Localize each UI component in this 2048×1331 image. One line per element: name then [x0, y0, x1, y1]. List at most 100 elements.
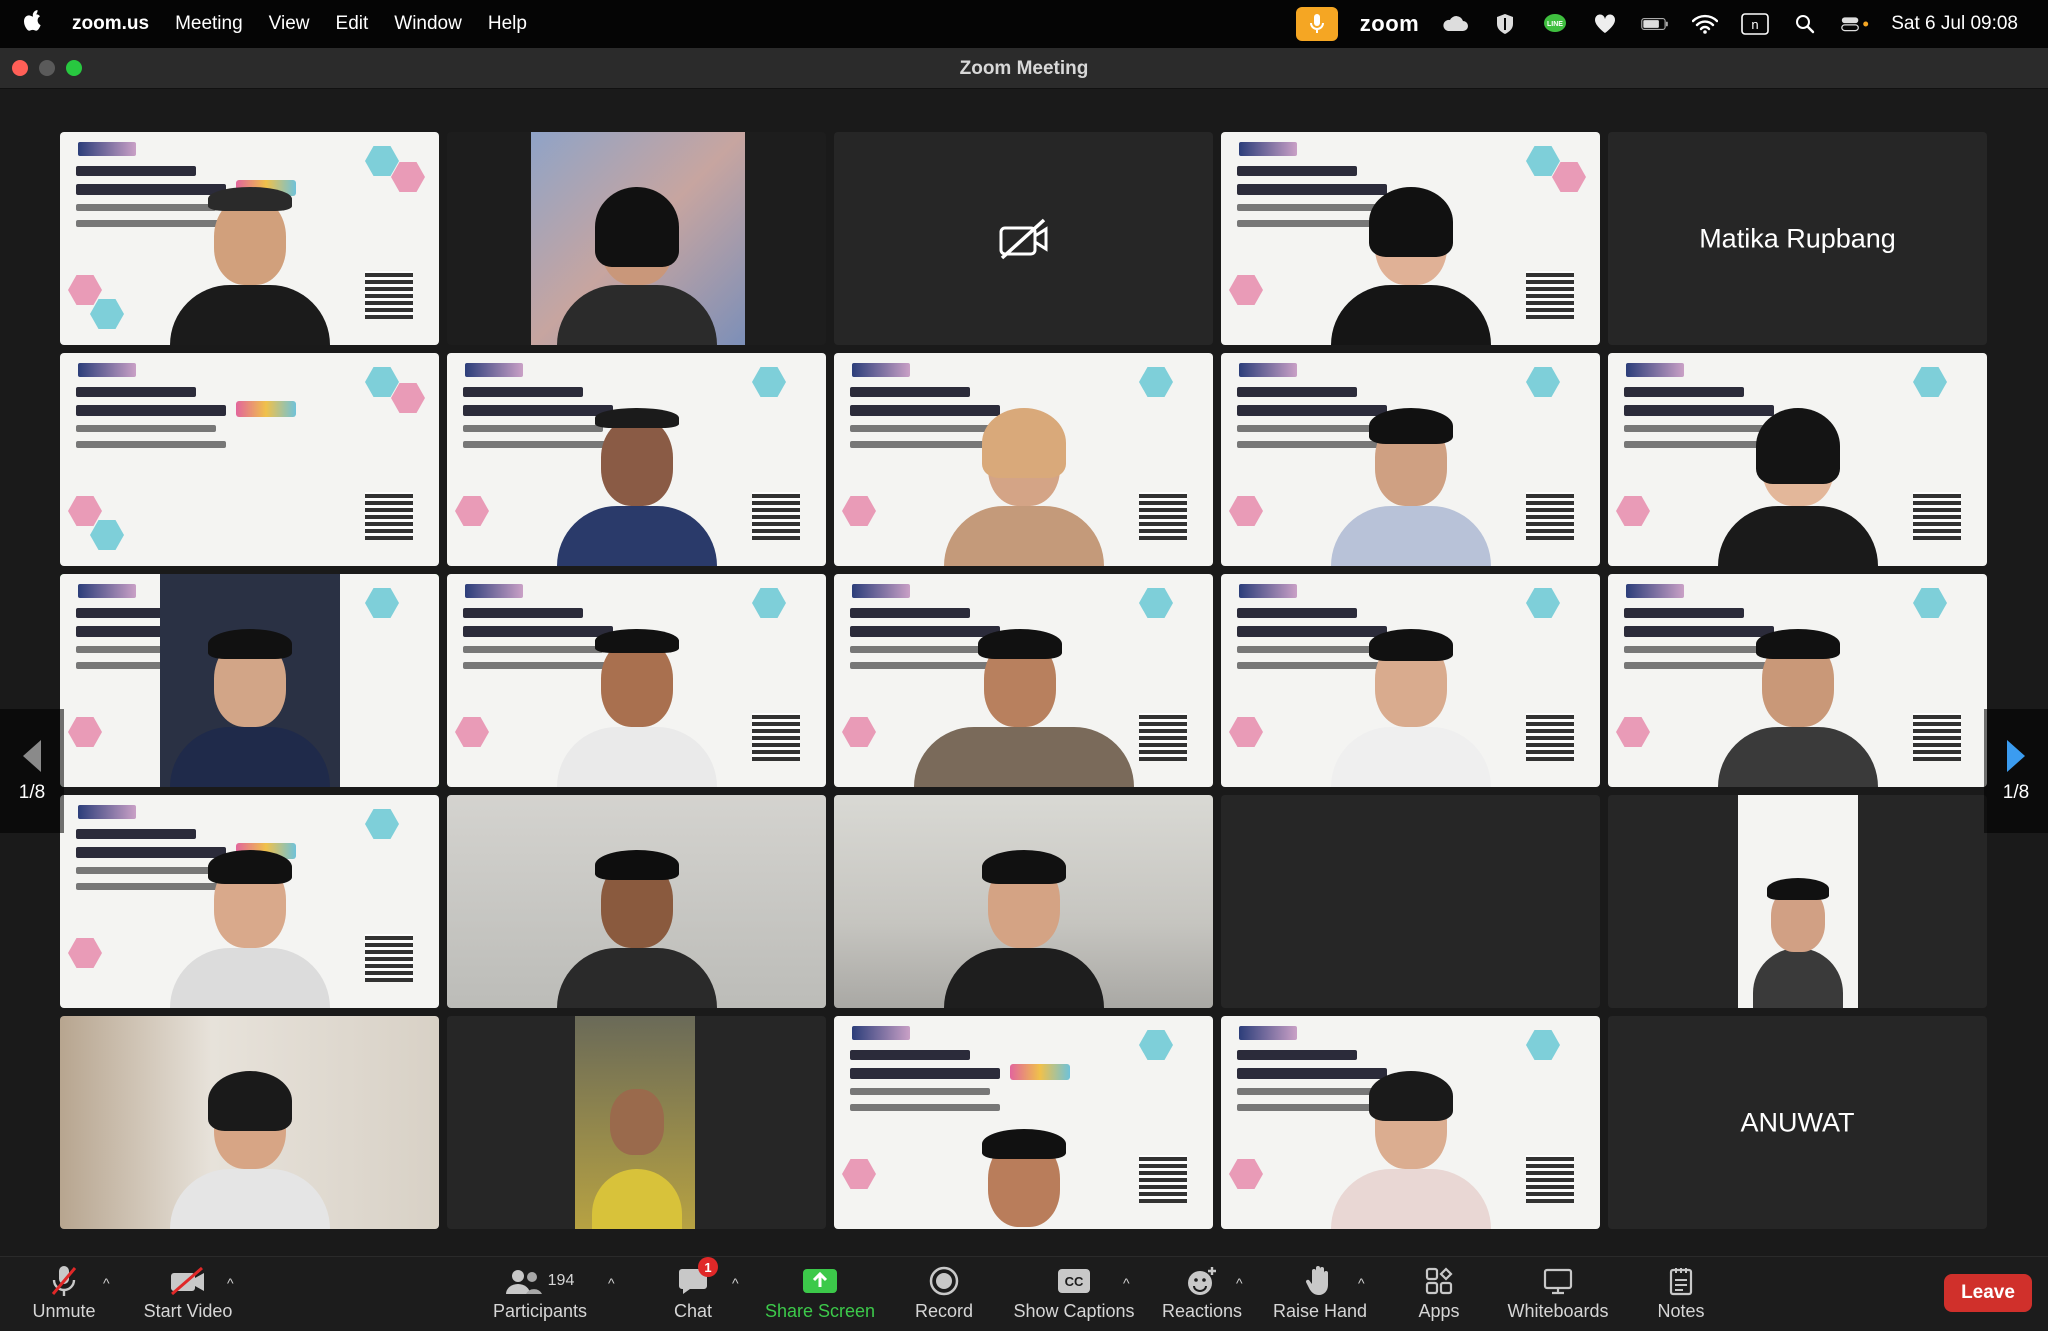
menu-bar: zoom.us Meeting View Edit Window Help zo… — [0, 0, 2048, 48]
participants-button[interactable]: 194 Participants — [480, 1263, 600, 1327]
page-indicator-left: 1/8 — [18, 782, 46, 803]
next-page-button[interactable]: 1/8 — [1984, 709, 2048, 833]
cloud-icon[interactable] — [1441, 13, 1469, 35]
unmute-button[interactable]: Unmute — [4, 1263, 124, 1327]
spotlight-search-icon[interactable] — [1791, 13, 1819, 35]
line-app-icon[interactable]: LINE — [1541, 13, 1569, 35]
participant-tile[interactable] — [447, 574, 826, 787]
microphone-muted-icon — [51, 1266, 77, 1296]
participants-count: 194 — [547, 1272, 575, 1289]
share-screen-label: Share Screen — [764, 1301, 876, 1321]
shield-icon[interactable] — [1491, 13, 1519, 35]
chat-label: Chat — [673, 1301, 713, 1321]
show-captions-button[interactable]: CC Show Captions — [1013, 1263, 1135, 1327]
battery-icon[interactable] — [1641, 13, 1669, 35]
window-title-bar: Zoom Meeting — [0, 48, 2048, 89]
arrow-left-icon — [23, 740, 41, 772]
record-icon — [929, 1266, 959, 1296]
participants-icon — [505, 1270, 542, 1294]
menu-window[interactable]: Window — [394, 13, 462, 35]
menubar-clock[interactable]: Sat 6 Jul 09:08 — [1891, 13, 2018, 35]
participant-tile[interactable] — [834, 132, 1213, 345]
share-screen-button[interactable]: Share Screen — [760, 1263, 880, 1327]
reactions-label: Reactions — [1161, 1301, 1243, 1321]
reactions-options-chevron-icon[interactable]: ^ — [1236, 1275, 1243, 1291]
svg-text:CC: CC — [1065, 1274, 1084, 1289]
leave-meeting-button[interactable]: Leave — [1944, 1274, 2032, 1312]
participant-tile[interactable] — [1608, 795, 1987, 1008]
participant-tile[interactable] — [60, 353, 439, 566]
participant-tile[interactable] — [1221, 574, 1600, 787]
participant-name: ANUWAT — [1740, 1107, 1855, 1137]
apps-button[interactable]: Apps — [1379, 1263, 1499, 1327]
notes-label: Notes — [1657, 1301, 1705, 1321]
participant-tile[interactable] — [1221, 132, 1600, 345]
camera-off-icon — [999, 218, 1047, 259]
start-video-button[interactable]: Start Video — [128, 1263, 248, 1327]
raise-hand-icon — [1306, 1266, 1328, 1295]
record-button[interactable]: Record — [884, 1263, 1004, 1327]
captions-options-chevron-icon[interactable]: ^ — [1123, 1275, 1130, 1291]
participant-tile[interactable] — [60, 132, 439, 345]
participant-tile[interactable] — [60, 1016, 439, 1229]
menu-help[interactable]: Help — [488, 13, 527, 35]
notes-icon — [1669, 1268, 1693, 1296]
record-label: Record — [914, 1301, 974, 1321]
menu-view[interactable]: View — [269, 13, 310, 35]
input-source-icon[interactable]: n — [1741, 13, 1770, 35]
notes-button[interactable]: Notes — [1621, 1263, 1741, 1327]
meeting-toolbar: Unmute ^ Start Video ^ 194 Participants … — [0, 1256, 2048, 1331]
zoom-menubar-label[interactable]: zoom — [1360, 11, 1419, 37]
chat-options-chevron-icon[interactable]: ^ — [732, 1275, 739, 1291]
participant-tile[interactable] — [447, 353, 826, 566]
microphone-in-use-icon[interactable] — [1295, 7, 1338, 41]
participant-tile-active-speaker[interactable] — [60, 574, 439, 787]
wifi-icon[interactable] — [1691, 13, 1719, 35]
share-screen-icon — [803, 1269, 837, 1293]
participant-tile[interactable]: Matika Rupbang — [1608, 132, 1987, 345]
participant-tile[interactable] — [447, 795, 826, 1008]
participant-tile[interactable] — [834, 353, 1213, 566]
page-indicator-right: 1/8 — [2002, 782, 2030, 803]
participant-tile[interactable] — [834, 795, 1213, 1008]
menu-edit[interactable]: Edit — [336, 13, 369, 35]
chat-unread-badge: 1 — [698, 1257, 718, 1277]
participant-tile[interactable] — [447, 1016, 826, 1229]
participants-label: Participants — [492, 1301, 588, 1321]
participant-tile[interactable] — [60, 795, 439, 1008]
participant-tile[interactable]: ANUWAT — [1608, 1016, 1987, 1229]
apps-label: Apps — [1418, 1301, 1460, 1321]
menu-meeting[interactable]: Meeting — [175, 13, 243, 35]
participant-tile[interactable] — [834, 574, 1213, 787]
whiteboards-label: Whiteboards — [1507, 1301, 1609, 1321]
apps-icon — [1425, 1267, 1453, 1295]
participant-tile[interactable] — [834, 1016, 1213, 1229]
participant-tile[interactable] — [1608, 574, 1987, 787]
captions-icon: CC — [1058, 1269, 1090, 1293]
audio-options-chevron-icon[interactable]: ^ — [103, 1275, 110, 1291]
raise-hand-options-chevron-icon[interactable]: ^ — [1358, 1275, 1365, 1291]
control-center-icon[interactable] — [1841, 13, 1869, 35]
heart-icon[interactable] — [1591, 13, 1619, 35]
participants-options-chevron-icon[interactable]: ^ — [608, 1275, 615, 1291]
svg-text:LINE: LINE — [1547, 21, 1563, 28]
participant-tile[interactable] — [1221, 795, 1600, 1008]
participant-tile[interactable] — [1221, 1016, 1600, 1229]
window-title: Zoom Meeting — [959, 58, 1089, 79]
participant-tile[interactable] — [1221, 353, 1600, 566]
participant-tile[interactable] — [1608, 353, 1987, 566]
unmute-label: Unmute — [32, 1301, 96, 1321]
previous-page-button[interactable]: 1/8 — [0, 709, 64, 833]
participant-tile[interactable] — [447, 132, 826, 345]
whiteboards-button[interactable]: Whiteboards — [1498, 1263, 1618, 1327]
raise-hand-button[interactable]: Raise Hand — [1260, 1263, 1380, 1327]
reactions-button[interactable]: Reactions — [1142, 1263, 1262, 1327]
camera-off-icon — [171, 1266, 204, 1296]
participant-name: Matika Rupbang — [1699, 223, 1896, 253]
raise-hand-label: Raise Hand — [1272, 1301, 1368, 1321]
video-options-chevron-icon[interactable]: ^ — [227, 1275, 234, 1291]
menu-app-name[interactable]: zoom.us — [72, 13, 149, 35]
svg-text:n: n — [1752, 17, 1759, 32]
chat-button[interactable]: 1 Chat — [633, 1257, 753, 1327]
apple-icon[interactable] — [22, 8, 60, 41]
